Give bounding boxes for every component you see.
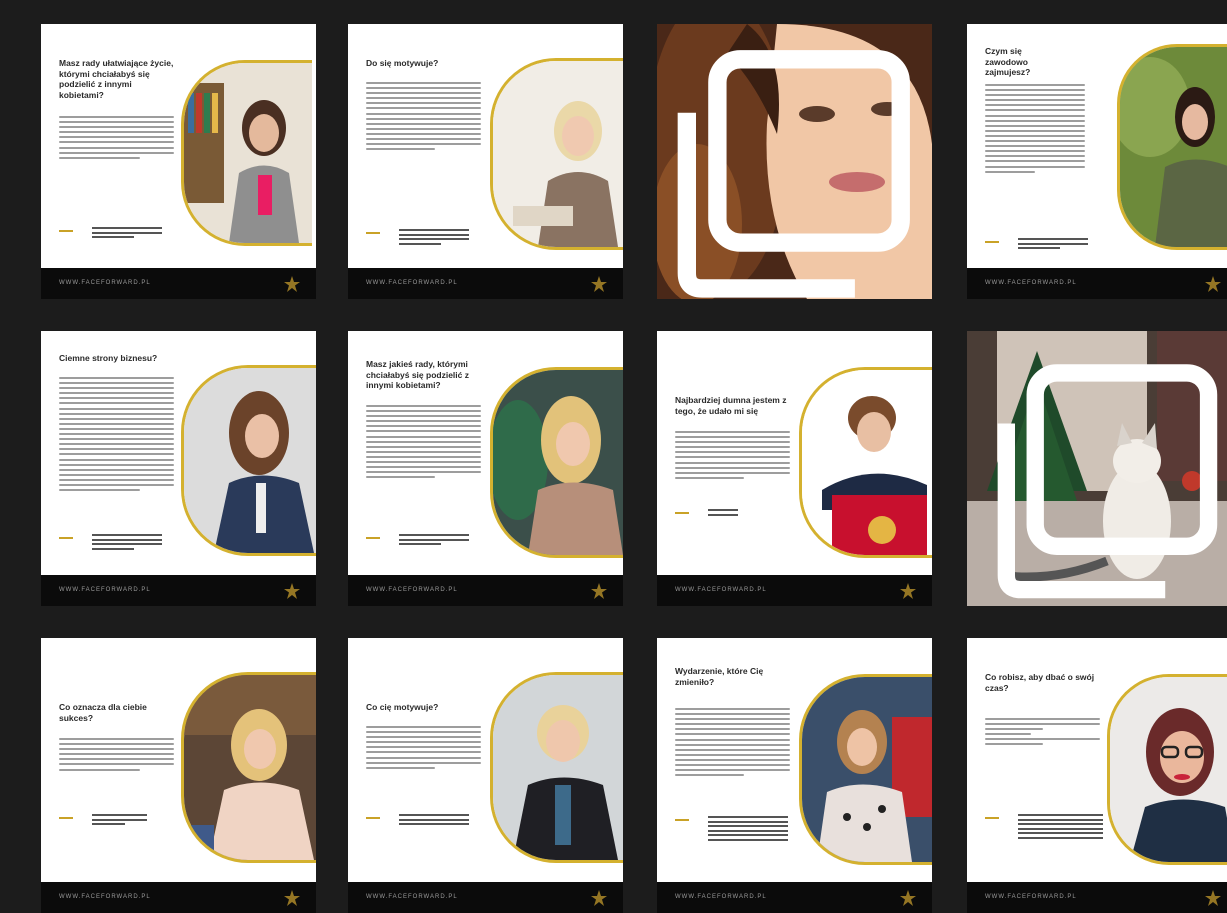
grid-post-9[interactable]: Co oznacza dla ciebie sukces? WWW.FACEFO… [41, 638, 316, 913]
footer-website: WWW.FACEFORWARD.PL [59, 894, 151, 900]
post-body-text [985, 718, 1100, 749]
post-body-text [59, 116, 174, 162]
star-logo-icon [591, 890, 607, 906]
portrait-photo [799, 674, 932, 865]
footer-website: WWW.FACEFORWARD.PL [59, 587, 151, 593]
post-footer-bar: WWW.FACEFORWARD.PL [41, 575, 316, 606]
grid-post-6[interactable]: Masz jakieś rady, którymi chciałabyś się… [348, 331, 623, 606]
multiple-images-icon [677, 50, 910, 298]
post-footer-bar: WWW.FACEFORWARD.PL [967, 882, 1227, 913]
portrait-photo [490, 367, 623, 558]
grid-post-10[interactable]: Co cię motywuje? WWW.FACEFORWARD.PL [348, 638, 623, 913]
post-footer-bar: WWW.FACEFORWARD.PL [348, 575, 623, 606]
grid-post-7[interactable]: Najbardziej dumna jestem z tego, że udał… [657, 331, 932, 606]
portrait-photo [1107, 674, 1227, 865]
post-body-text [985, 84, 1085, 176]
star-logo-icon [591, 276, 607, 292]
footer-website: WWW.FACEFORWARD.PL [366, 894, 458, 900]
portrait-photo [490, 58, 623, 250]
star-logo-icon [284, 276, 300, 292]
star-logo-icon [900, 583, 916, 599]
grid-photo-curly-hair[interactable] [657, 24, 932, 299]
post-body-text [366, 82, 481, 153]
post-body-text [675, 431, 790, 482]
grid-post-1[interactable]: Masz rady ułatwiające życie, którymi chc… [41, 24, 316, 299]
post-question-title: Najbardziej dumna jestem z tego, że udał… [675, 395, 787, 416]
post-question-title: Wydarzenie, które Cię zmieniło? [675, 666, 764, 687]
grid-post-2[interactable]: Do się motywuje? WWW.FACEFORWARD.PL [348, 24, 623, 299]
post-question-title: Co cię motywuje? [366, 702, 439, 712]
footer-website: WWW.FACEFORWARD.PL [366, 280, 458, 286]
star-logo-icon [284, 583, 300, 599]
footer-website: WWW.FACEFORWARD.PL [675, 894, 767, 900]
post-body-text [675, 708, 790, 779]
star-logo-icon [591, 583, 607, 599]
post-footer-bar: WWW.FACEFORWARD.PL [657, 575, 932, 606]
footer-website: WWW.FACEFORWARD.PL [985, 894, 1077, 900]
footer-website: WWW.FACEFORWARD.PL [675, 587, 767, 593]
portrait-photo [490, 672, 623, 863]
portrait-photo [799, 367, 932, 558]
footer-website: WWW.FACEFORWARD.PL [366, 587, 458, 593]
footer-website: WWW.FACEFORWARD.PL [59, 280, 151, 286]
grid-post-12[interactable]: Co robisz, aby dbać o swój czas? WWW.FAC… [967, 638, 1227, 913]
post-question-title: Ciemne strony biznesu? [59, 353, 158, 363]
star-logo-icon [284, 890, 300, 906]
footer-website: WWW.FACEFORWARD.PL [985, 280, 1077, 286]
post-question-title: Co oznacza dla ciebie sukces? [59, 702, 147, 723]
grid-post-4[interactable]: Czym się zawodowo zajmujesz? WWW.FACEFOR… [967, 24, 1227, 299]
post-body-text [59, 377, 174, 494]
post-question-title: Masz jakieś rady, którymi chciałabyś się… [366, 359, 469, 390]
grid-post-11[interactable]: Wydarzenie, które Cię zmieniło? WWW.FACE… [657, 638, 932, 913]
grid-post-5[interactable]: Ciemne strony biznesu? WWW.FACEFORWARD.P… [41, 331, 316, 606]
post-question-title: Czym się zawodowo zajmujesz? [985, 46, 1031, 77]
portrait-photo [1117, 44, 1227, 250]
post-body-text [366, 726, 481, 772]
post-body-text [59, 738, 174, 774]
portrait-photo [181, 365, 316, 556]
star-logo-icon [1205, 890, 1221, 906]
portrait-photo [181, 672, 316, 863]
portrait-photo [181, 60, 312, 246]
post-body-text [366, 405, 481, 481]
post-footer-bar: WWW.FACEFORWARD.PL [657, 882, 932, 913]
star-logo-icon [1205, 276, 1221, 292]
post-question-title: Do się motywuje? [366, 58, 439, 68]
star-logo-icon [900, 890, 916, 906]
post-footer-bar: WWW.FACEFORWARD.PL [348, 268, 623, 299]
post-question-title: Co robisz, aby dbać o swój czas? [985, 672, 1095, 693]
multiple-images-icon [997, 364, 1218, 599]
post-footer-bar: WWW.FACEFORWARD.PL [41, 882, 316, 913]
post-question-title: Masz rady ułatwiające życie, którymi chc… [59, 58, 174, 100]
post-footer-bar: WWW.FACEFORWARD.PL [348, 882, 623, 913]
grid-photo-cat[interactable] [967, 331, 1227, 606]
post-footer-bar: WWW.FACEFORWARD.PL [41, 268, 316, 299]
post-footer-bar: WWW.FACEFORWARD.PL [967, 268, 1227, 299]
